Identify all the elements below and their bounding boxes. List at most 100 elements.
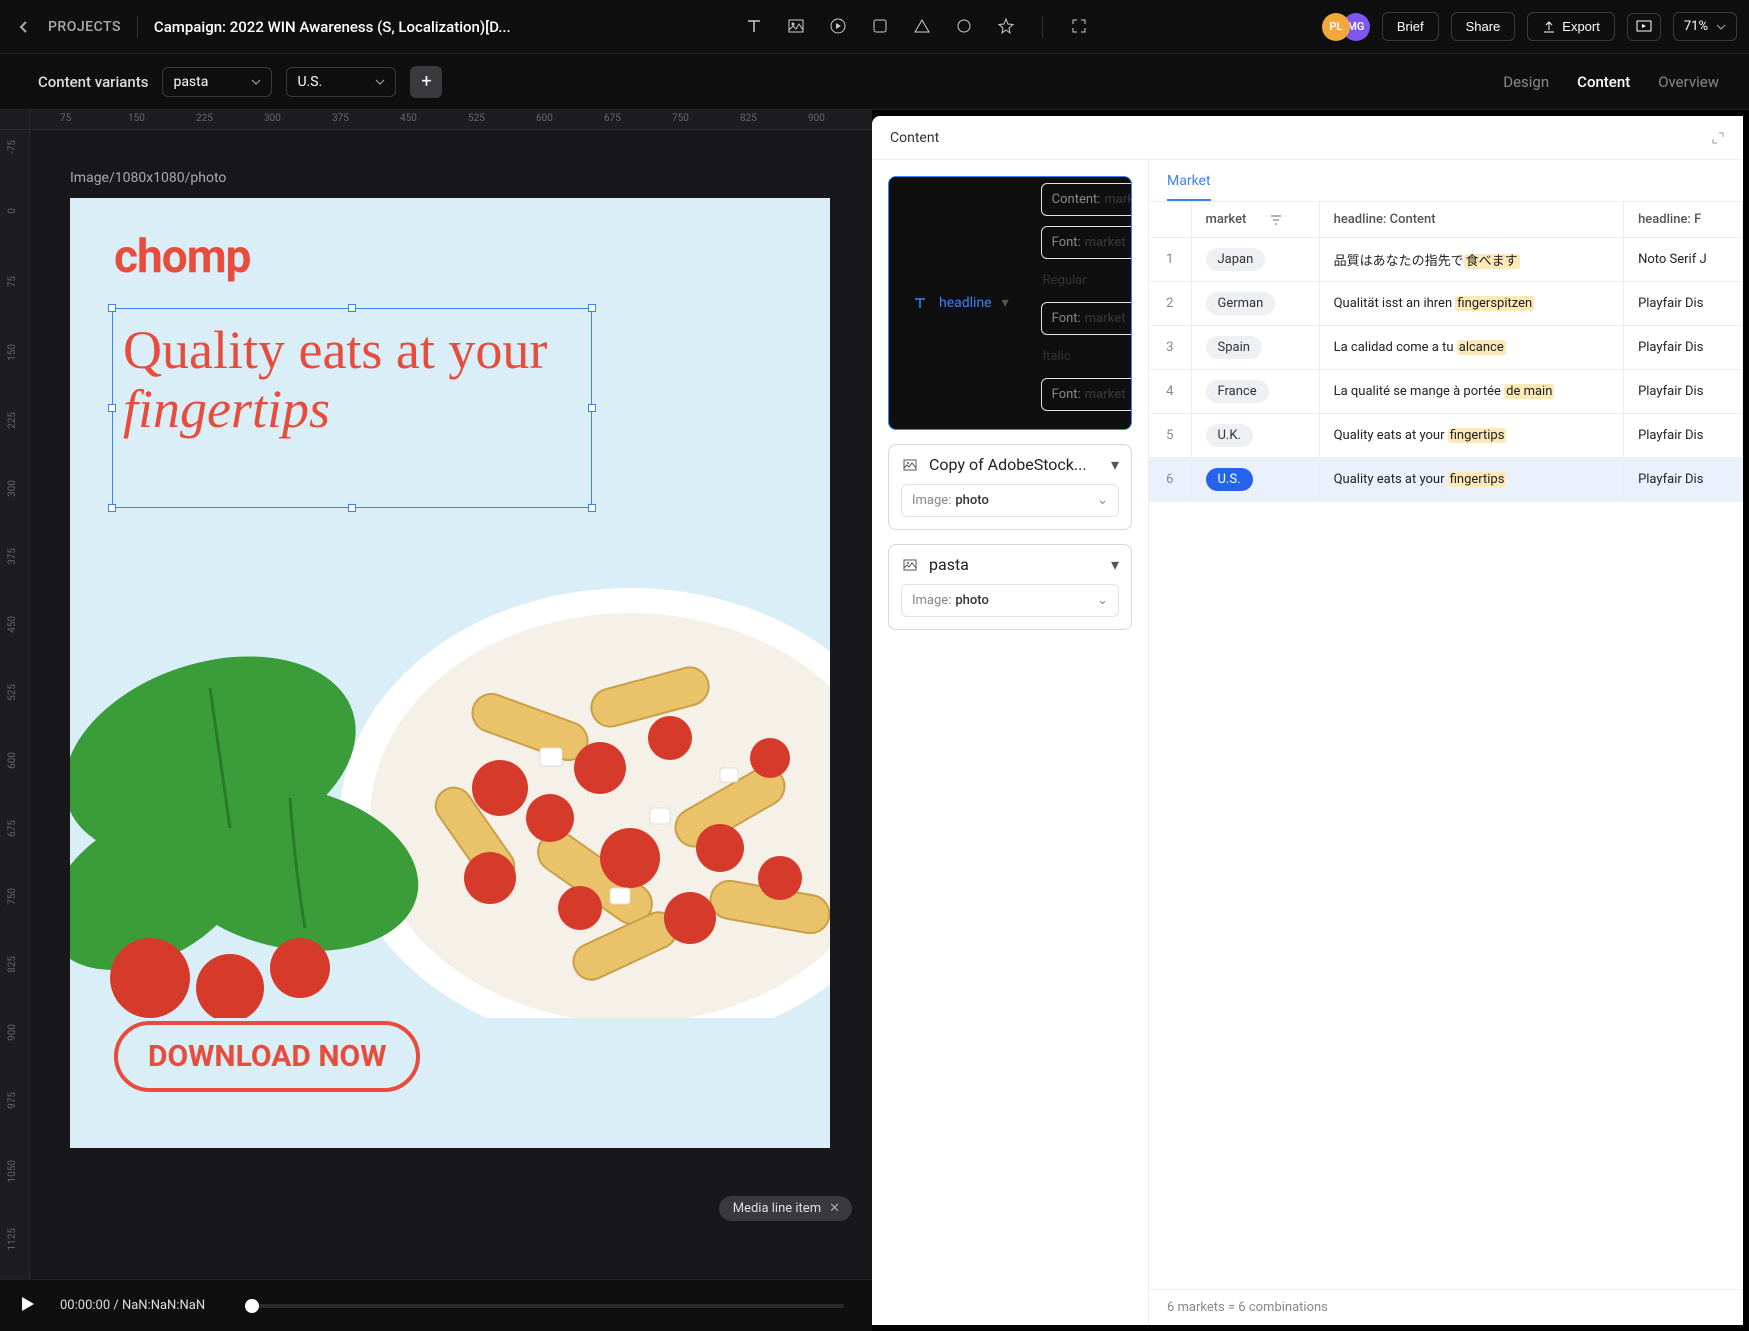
logo-text[interactable]: chomp bbox=[114, 230, 250, 284]
media-chip[interactable]: Media line item ✕ bbox=[719, 1196, 852, 1221]
tab-content[interactable]: Content bbox=[1577, 73, 1630, 91]
table-row[interactable]: 6U.S.Quality eats at your fingertipsPlay… bbox=[1149, 458, 1743, 502]
table-row[interactable]: 5U.K.Quality eats at your fingertipsPlay… bbox=[1149, 414, 1743, 458]
toolbar bbox=[511, 16, 1322, 38]
add-variant-button[interactable]: + bbox=[410, 66, 442, 98]
resize-handle[interactable] bbox=[108, 404, 116, 412]
table-row[interactable]: 2GermanQualität isst an ihren fingerspit… bbox=[1149, 282, 1743, 326]
zoom-select[interactable]: 71% bbox=[1673, 12, 1737, 41]
canvas-viewport[interactable]: Image/1080x1080/photo chomp Quality eats… bbox=[30, 130, 872, 1279]
caret-down-icon[interactable]: ▾ bbox=[1111, 555, 1119, 574]
row-num: 6 bbox=[1149, 458, 1191, 502]
image-select[interactable]: Image:photo⌄ bbox=[901, 484, 1119, 517]
market-cell[interactable]: Spain bbox=[1191, 326, 1319, 370]
market-cell[interactable]: Japan bbox=[1191, 238, 1319, 282]
regular-label: Regular bbox=[1041, 269, 1132, 292]
panel-title: Content bbox=[890, 130, 939, 146]
market-select[interactable]: U.S. bbox=[286, 67, 396, 97]
share-button[interactable]: Share bbox=[1451, 12, 1516, 41]
export-button[interactable]: Export bbox=[1527, 12, 1615, 41]
content-select[interactable]: Content:market⌄ bbox=[1041, 183, 1132, 216]
caret-down-icon[interactable]: ▾ bbox=[1002, 295, 1009, 311]
timecode: 00:00:00 / NaN:NaN:NaN bbox=[60, 1298, 205, 1313]
resize-handle[interactable] bbox=[108, 504, 116, 512]
filter-icon[interactable] bbox=[1270, 214, 1282, 226]
regular-font-select[interactable]: Font:market⌄ bbox=[1041, 302, 1132, 335]
expand-icon[interactable] bbox=[1711, 131, 1725, 145]
resize-handle[interactable] bbox=[588, 504, 596, 512]
image-select[interactable]: Image:photo⌄ bbox=[901, 584, 1119, 617]
headline-selection[interactable]: Quality eats at your fingertips bbox=[112, 308, 592, 508]
content-cell[interactable]: 品質はあなたの指先で食べます bbox=[1319, 238, 1623, 282]
table-row[interactable]: 4FranceLa qualité se mange à portée de m… bbox=[1149, 370, 1743, 414]
main: 75150225300375450525600675750825900 -750… bbox=[0, 110, 1749, 1331]
artboard-label: Image/1080x1080/photo bbox=[70, 170, 832, 186]
content-cell[interactable]: La calidad come a tu alcance bbox=[1319, 326, 1623, 370]
tab-design[interactable]: Design bbox=[1503, 73, 1549, 91]
collaborator-avatars[interactable]: PL MG bbox=[1322, 13, 1370, 41]
layer-headline[interactable]: headline ▾ Content:market⌄ Font:market⌄ … bbox=[888, 176, 1132, 430]
food-image[interactable] bbox=[70, 558, 830, 1018]
content-cell[interactable]: Quality eats at your fingertips bbox=[1319, 458, 1623, 502]
image-tool-icon[interactable] bbox=[786, 16, 806, 36]
circle-tool-icon[interactable] bbox=[954, 16, 974, 36]
image-icon bbox=[901, 556, 919, 574]
resize-handle[interactable] bbox=[348, 304, 356, 312]
divider bbox=[137, 16, 138, 38]
market-cell[interactable]: U.K. bbox=[1191, 414, 1319, 458]
row-num: 1 bbox=[1149, 238, 1191, 282]
market-cell[interactable]: France bbox=[1191, 370, 1319, 414]
text-icon bbox=[911, 294, 929, 312]
present-button[interactable] bbox=[1627, 13, 1661, 41]
tab-overview[interactable]: Overview bbox=[1658, 73, 1719, 91]
resize-handle[interactable] bbox=[588, 304, 596, 312]
italic-font-select[interactable]: Font:market⌄ bbox=[1041, 378, 1132, 411]
layer-pasta[interactable]: pasta ▾ Image:photo⌄ bbox=[888, 544, 1132, 630]
variant-select[interactable]: pasta bbox=[162, 67, 272, 97]
resize-handle[interactable] bbox=[108, 304, 116, 312]
rect-tool-icon[interactable] bbox=[870, 16, 890, 36]
resize-handle[interactable] bbox=[588, 404, 596, 412]
timeline: 00:00:00 / NaN:NaN:NaN bbox=[0, 1279, 872, 1331]
star-tool-icon[interactable] bbox=[996, 16, 1016, 36]
font-cell[interactable]: Noto Serif J bbox=[1624, 238, 1743, 282]
brief-button[interactable]: Brief bbox=[1382, 12, 1439, 41]
font-cell[interactable]: Playfair Dis bbox=[1624, 458, 1743, 502]
col-font[interactable]: headline: F bbox=[1624, 202, 1743, 238]
table-row[interactable]: 3SpainLa calidad come a tu alcancePlayfa… bbox=[1149, 326, 1743, 370]
font-cell[interactable]: Playfair Dis bbox=[1624, 282, 1743, 326]
scrubber-handle[interactable] bbox=[245, 1299, 259, 1313]
font-cell[interactable]: Playfair Dis bbox=[1624, 370, 1743, 414]
triangle-tool-icon[interactable] bbox=[912, 16, 932, 36]
chip-label: Media line item bbox=[733, 1201, 821, 1216]
resize-handle[interactable] bbox=[348, 504, 356, 512]
breadcrumb[interactable]: PROJECTS bbox=[48, 19, 121, 35]
video-tool-icon[interactable] bbox=[828, 16, 848, 36]
headline-text[interactable]: Quality eats at your fingertips bbox=[123, 321, 581, 440]
content-cell[interactable]: Quality eats at your fingertips bbox=[1319, 414, 1623, 458]
tab-market[interactable]: Market bbox=[1167, 173, 1211, 201]
market-cell[interactable]: U.S. bbox=[1191, 458, 1319, 502]
font-select[interactable]: Font:market⌄ bbox=[1041, 226, 1132, 259]
caret-down-icon[interactable]: ▾ bbox=[1111, 455, 1119, 474]
content-panel: Content headline ▾ Content:market⌄ Font:… bbox=[872, 116, 1743, 1325]
timeline-scrubber[interactable] bbox=[245, 1304, 844, 1308]
back-button[interactable] bbox=[12, 15, 36, 39]
play-button[interactable] bbox=[18, 1295, 40, 1317]
text-tool-icon[interactable] bbox=[744, 16, 764, 36]
font-cell[interactable]: Playfair Dis bbox=[1624, 326, 1743, 370]
col-content[interactable]: headline: Content bbox=[1319, 202, 1623, 238]
fullscreen-icon[interactable] bbox=[1069, 16, 1089, 36]
cta-button[interactable]: DOWNLOAD NOW bbox=[114, 1021, 420, 1092]
content-cell[interactable]: La qualité se mange à portée de main bbox=[1319, 370, 1623, 414]
export-label: Export bbox=[1562, 19, 1600, 34]
col-market[interactable]: market bbox=[1191, 202, 1319, 238]
avatar[interactable]: PL bbox=[1322, 13, 1350, 41]
artboard[interactable]: chomp Quality eats at your fingertips bbox=[70, 198, 830, 1148]
table-row[interactable]: 1Japan品質はあなたの指先で食べますNoto Serif J bbox=[1149, 238, 1743, 282]
content-cell[interactable]: Qualität isst an ihren fingerspitzen bbox=[1319, 282, 1623, 326]
close-icon[interactable]: ✕ bbox=[829, 1201, 840, 1216]
market-cell[interactable]: German bbox=[1191, 282, 1319, 326]
layer-adobestock[interactable]: Copy of AdobeStock... ▾ Image:photo⌄ bbox=[888, 444, 1132, 530]
font-cell[interactable]: Playfair Dis bbox=[1624, 414, 1743, 458]
